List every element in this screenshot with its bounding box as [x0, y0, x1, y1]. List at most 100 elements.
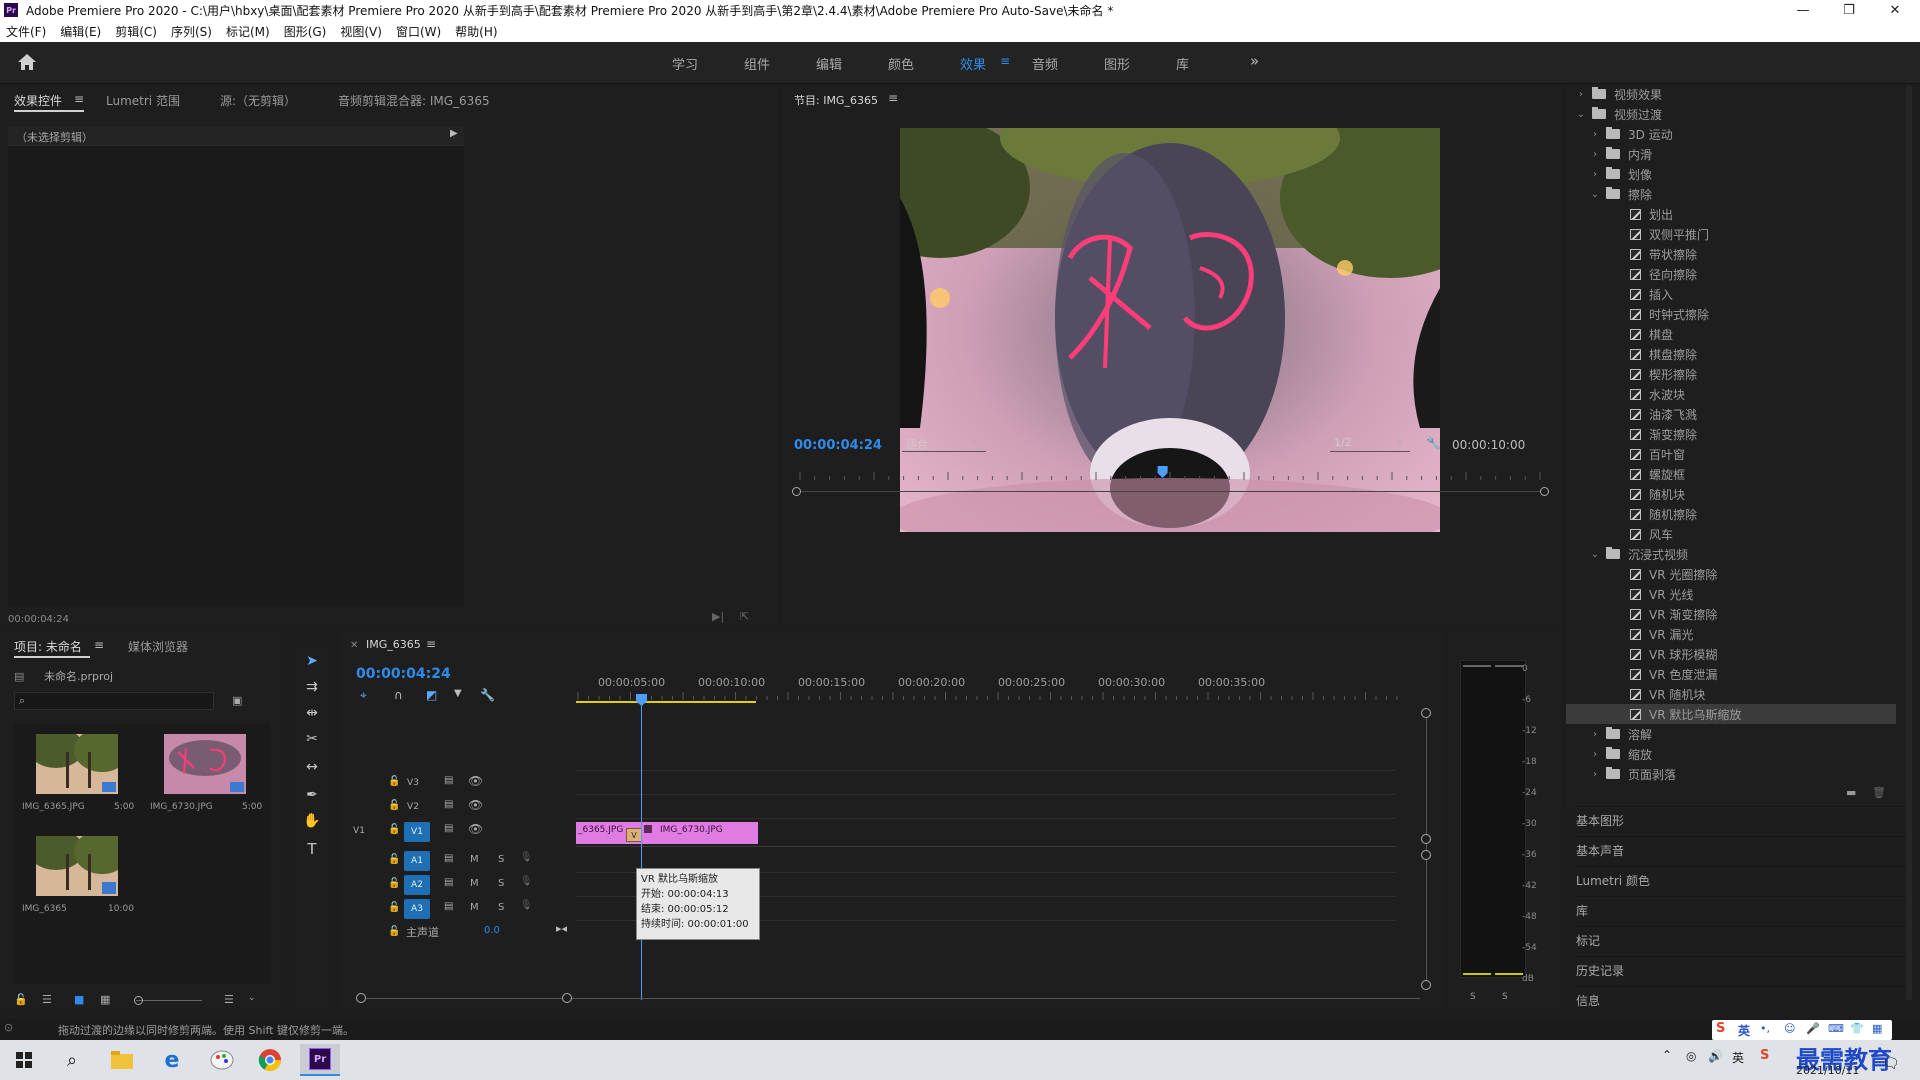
effects-folder[interactable]: › 溶解	[1566, 724, 1896, 744]
solo-button[interactable]: S	[498, 902, 504, 913]
effects-folder[interactable]: ⌄ 沉浸式视频	[1566, 544, 1896, 564]
menu-edit[interactable]: 编辑(E)	[60, 23, 101, 40]
source-patch-v1[interactable]: V1	[350, 822, 368, 840]
lock-icon[interactable]: 🔓	[14, 993, 28, 1006]
sync-lock-icon[interactable]: ▤	[444, 799, 453, 810]
effect-item[interactable]: 径向擦除	[1566, 264, 1896, 284]
workspace-libraries[interactable]: 库	[1176, 54, 1189, 73]
effect-item[interactable]: 风车	[1566, 524, 1896, 544]
fit-dropdown[interactable]: 适合 ⌄	[902, 434, 986, 452]
go-to-end-icon[interactable]: ▸◂	[556, 922, 567, 935]
home-icon[interactable]	[16, 52, 38, 72]
chevron-right-icon[interactable]: ›	[1590, 729, 1600, 740]
effect-item[interactable]: VR 球形模糊	[1566, 644, 1896, 664]
program-monitor-title[interactable]: 节目: IMG_6365	[794, 92, 878, 108]
close-button[interactable]: ✕	[1872, 0, 1918, 20]
tab-lumetri-scopes[interactable]: Lumetri 范围	[106, 92, 180, 109]
effects-folder[interactable]: › 视频效果	[1566, 84, 1896, 104]
ime-language[interactable]: 英	[1738, 1022, 1750, 1039]
hand-tool-icon[interactable]: ✋	[300, 810, 324, 832]
network-icon[interactable]: ◎	[1686, 1049, 1696, 1063]
track-label-v1[interactable]: V1	[404, 822, 430, 842]
marker-icon[interactable]: ▼	[454, 688, 462, 699]
slip-tool-icon[interactable]: ↔	[300, 756, 324, 778]
effect-item[interactable]: 楔形擦除	[1566, 364, 1896, 384]
chevron-down-icon[interactable]: ⌄	[1576, 109, 1586, 120]
chevron-right-icon[interactable]: ›	[1590, 149, 1600, 160]
ime-tray-icon[interactable]: 英	[1732, 1049, 1744, 1066]
workspace-editing[interactable]: 编辑	[816, 54, 842, 73]
razor-tool-icon[interactable]: ✂	[300, 728, 324, 750]
effect-item[interactable]: 油漆飞溅	[1566, 404, 1896, 424]
mute-button[interactable]: M	[470, 902, 479, 913]
scroll-handle[interactable]	[1421, 980, 1431, 990]
panel-info[interactable]: 信息	[1576, 986, 1906, 1014]
lock-icon[interactable]: 🔓	[388, 800, 400, 811]
effect-item[interactable]: 螺旋框	[1566, 464, 1896, 484]
track-label-v2[interactable]: V2	[404, 798, 422, 816]
sort-icon[interactable]: ☰	[224, 993, 234, 1006]
sync-lock-icon[interactable]: ▤	[444, 823, 453, 834]
chevron-right-icon[interactable]: ›	[1576, 89, 1586, 100]
effect-item[interactable]: VR 漏光	[1566, 624, 1896, 644]
track-label-v3[interactable]: V3	[404, 774, 422, 792]
thumbnail-img-6730[interactable]	[164, 734, 246, 794]
effect-item[interactable]: 渐变擦除	[1566, 424, 1896, 444]
lock-icon[interactable]: 🔓	[388, 902, 400, 913]
sync-lock-icon[interactable]: ▤	[444, 853, 453, 864]
timeline-ruler[interactable]: 00:00:05:00 00:00:10:00 00:00:15:00 00:00:2…	[576, 668, 1406, 702]
eye-icon[interactable]: 👁	[468, 798, 483, 812]
effects-folder[interactable]: › 划像	[1566, 164, 1896, 184]
chevron-right-icon[interactable]: ›	[1590, 129, 1600, 140]
sequence-tab[interactable]: IMG_6365	[366, 638, 421, 651]
horizontal-scrollbar[interactable]	[360, 998, 1420, 999]
workspace-color[interactable]: 颜色	[888, 54, 914, 73]
effect-item[interactable]: 棋盘	[1566, 324, 1896, 344]
effect-item[interactable]: 棋盘擦除	[1566, 344, 1896, 364]
emoji-icon[interactable]: ☺	[1784, 1022, 1795, 1035]
panel-history[interactable]: 历史记录	[1576, 956, 1906, 984]
zoom-handle-left[interactable]	[356, 993, 366, 1003]
toolbox-icon[interactable]: ▦	[1872, 1022, 1882, 1035]
panel-menu-icon[interactable]: ≡	[426, 637, 436, 651]
menu-view[interactable]: 视图(V)	[340, 23, 382, 40]
eye-icon[interactable]: 👁	[468, 774, 483, 788]
chevron-down-icon[interactable]: ⌄	[1590, 549, 1600, 560]
workspace-assembly[interactable]: 组件	[744, 54, 770, 73]
panel-menu-icon[interactable]: ≡	[94, 638, 104, 652]
scroll-handle[interactable]	[1421, 834, 1431, 844]
scroll-handle[interactable]	[1421, 708, 1431, 718]
workspace-learning[interactable]: 学习	[672, 54, 698, 73]
effects-folder[interactable]: ⌄ 擦除	[1566, 184, 1896, 204]
timeline-timecode[interactable]: 00:00:04:24	[356, 666, 451, 682]
microphone-icon[interactable]: 🎙	[520, 900, 533, 911]
tab-media-browser[interactable]: 媒体浏览器	[128, 638, 188, 655]
more-workspaces-icon[interactable]: »	[1250, 52, 1259, 70]
workspace-audio[interactable]: 音频	[1032, 54, 1058, 73]
effects-folder[interactable]: › 页面剥落	[1566, 764, 1896, 784]
punctuation-icon[interactable]: •,	[1760, 1022, 1770, 1035]
menu-file[interactable]: 文件(F)	[6, 23, 46, 40]
timeline-settings-icon[interactable]: 🔧	[480, 688, 495, 702]
panel-markers[interactable]: 标记	[1576, 926, 1906, 954]
sync-lock-icon[interactable]: ▤	[444, 877, 453, 888]
tab-project[interactable]: 项目: 未命名	[14, 638, 82, 655]
solo-button[interactable]: S	[498, 854, 504, 865]
edge-browser-icon[interactable]: e	[156, 1044, 188, 1076]
solo-right-button[interactable]: S	[1502, 992, 1508, 1002]
sync-lock-icon[interactable]: ▤	[444, 901, 453, 912]
clip-img-6730[interactable]: IMG_6730.JPG	[638, 822, 758, 844]
snap-icon[interactable]: ⌖	[360, 688, 367, 703]
add-marker-timeline-icon[interactable]: ◩	[426, 688, 437, 702]
tray-chevron-up-icon[interactable]: ⌃	[1662, 1048, 1672, 1062]
ripple-edit-tool-icon[interactable]: ⇹	[300, 702, 324, 724]
mute-button[interactable]: M	[470, 878, 479, 889]
effects-folder[interactable]: › 缩放	[1566, 744, 1896, 764]
chevron-down-icon[interactable]: ⌄	[1590, 189, 1600, 200]
lock-icon[interactable]: 🔓	[388, 926, 400, 937]
effect-item[interactable]: VR 默比乌斯缩放	[1566, 704, 1896, 724]
effect-item[interactable]: 随机块	[1566, 484, 1896, 504]
solo-left-button[interactable]: S	[1470, 992, 1476, 1002]
effect-item[interactable]: 百叶窗	[1566, 444, 1896, 464]
zoom-slider[interactable]	[136, 1000, 202, 1001]
